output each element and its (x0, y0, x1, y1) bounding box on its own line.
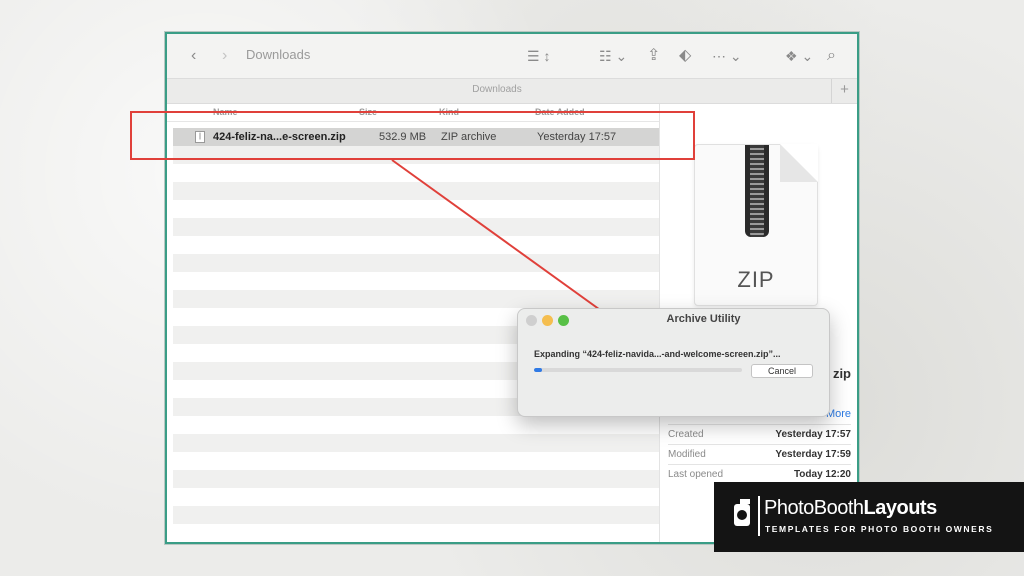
tag-icon[interactable]: ⬖ (679, 46, 691, 66)
meta-label: Created (668, 429, 704, 440)
grid-view-icon[interactable]: ☷ ⌄ (599, 46, 627, 66)
brand-name-bold: Layouts (863, 497, 938, 519)
camera-logo-icon (734, 499, 750, 526)
brand-name: PhotoBoothLayouts (764, 497, 937, 520)
dialog-title: Archive Utility (666, 313, 741, 325)
zip-document-icon: ZIP (694, 144, 818, 306)
empty-row (173, 218, 659, 236)
forward-icon[interactable]: › (222, 46, 227, 66)
cancel-button[interactable]: Cancel (751, 364, 813, 378)
new-tab-button[interactable]: + (831, 79, 857, 103)
tab-bar: Downloads + (167, 78, 857, 104)
empty-row (173, 290, 659, 308)
meta-value: Yesterday 17:57 (775, 429, 851, 440)
tab-downloads[interactable]: Downloads (167, 84, 827, 95)
meta-modified: Modified Yesterday 17:59 (668, 444, 851, 464)
finder-toolbar: ‹ › Downloads ☰ ↕ ☷ ⌄ ⇪ ⬖ ⋯ ⌄ ❖ ⌄ ⌕ (167, 34, 857, 78)
finder-window: ‹ › Downloads ☰ ↕ ☷ ⌄ ⇪ ⬖ ⋯ ⌄ ❖ ⌄ ⌕ Down… (164, 31, 860, 545)
progress-bar (534, 368, 742, 372)
preview-filename: zip (832, 366, 851, 381)
brand-divider (758, 496, 760, 536)
empty-row (173, 506, 659, 524)
more-icon[interactable]: ⋯ ⌄ (712, 46, 742, 66)
meta-label: Last opened (668, 469, 724, 480)
empty-row (173, 254, 659, 272)
zip-label: ZIP (737, 267, 775, 292)
meta-label: Modified (668, 449, 706, 460)
meta-last-opened: Last opened Today 12:20 (668, 464, 851, 484)
progress-fill (534, 368, 543, 372)
search-icon[interactable]: ⌕ (827, 46, 836, 66)
zipper-icon (745, 145, 769, 237)
expanding-message: Expanding “424-feliz-navida...-and-welco… (534, 349, 781, 359)
empty-row (173, 182, 659, 200)
empty-row (173, 434, 659, 452)
archive-utility-dialog: Archive Utility Expanding “424-feliz-nav… (517, 308, 830, 417)
brand-name-light: PhotoBooth (764, 497, 864, 519)
list-view-icon[interactable]: ☰ ↕ (527, 46, 550, 66)
meta-value: Yesterday 17:59 (775, 449, 851, 460)
page-fold (780, 144, 818, 182)
meta-created: Created Yesterday 17:57 (668, 424, 851, 444)
dropbox-icon[interactable]: ❖ ⌄ (785, 46, 813, 66)
brand-banner: PhotoBoothLayouts TEMPLATES FOR PHOTO BO… (714, 482, 1024, 552)
share-icon[interactable]: ⇪ (647, 46, 660, 66)
empty-row (173, 470, 659, 488)
brand-tagline: TEMPLATES FOR PHOTO BOOTH OWNERS (765, 524, 994, 534)
meta-value: Today 12:20 (793, 469, 851, 480)
window-title: Downloads (246, 47, 311, 62)
annotation-highlight-box (130, 111, 695, 160)
back-icon[interactable]: ‹ (191, 46, 196, 66)
